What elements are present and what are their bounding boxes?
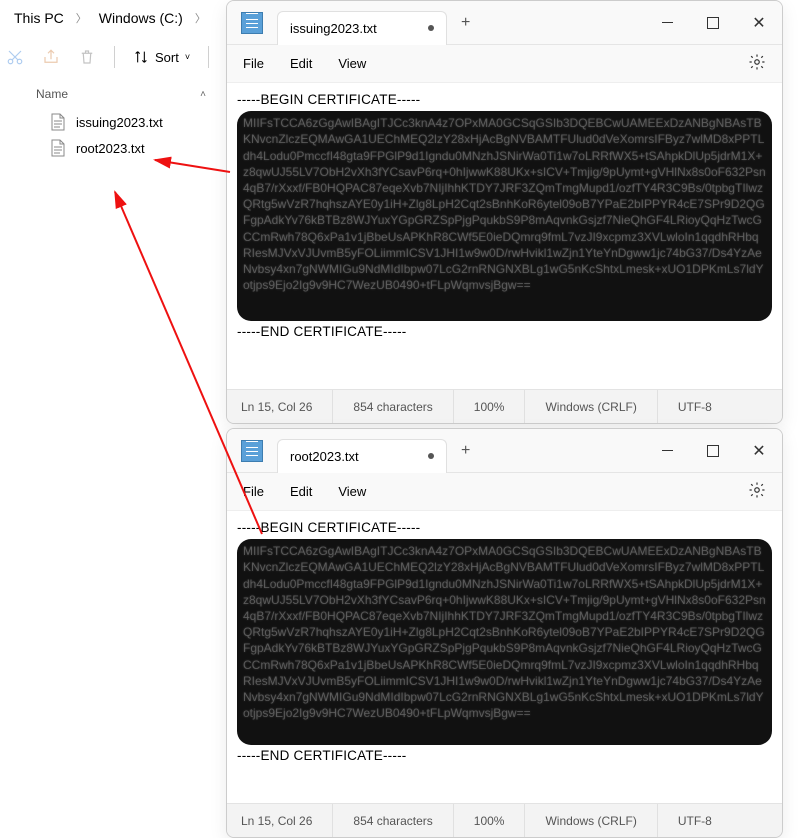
cert-begin-marker: -----BEGIN CERTIFICATE----- xyxy=(237,91,772,109)
notepad-icon xyxy=(241,12,263,34)
cert-end-marker: -----END CERTIFICATE----- xyxy=(237,747,772,765)
cert-end-marker: -----END CERTIFICATE----- xyxy=(237,323,772,341)
notepad-window-root: root2023.txt + ✕ File Edit View -----BEG… xyxy=(226,428,783,838)
close-button[interactable]: ✕ xyxy=(736,434,782,468)
window-controls: ✕ xyxy=(644,434,782,468)
tab-root[interactable]: root2023.txt xyxy=(277,439,447,473)
modified-indicator-icon xyxy=(428,453,434,459)
titlebar[interactable]: root2023.txt + ✕ xyxy=(227,429,782,473)
breadcrumb[interactable]: This PC 〉 Windows (C:) 〉 xyxy=(0,0,220,36)
menu-edit[interactable]: Edit xyxy=(290,484,312,499)
menubar: File Edit View xyxy=(227,45,782,83)
share-icon[interactable] xyxy=(42,48,60,66)
status-char-count: 854 characters xyxy=(333,804,453,837)
modified-indicator-icon xyxy=(428,25,434,31)
status-encoding: UTF-8 xyxy=(658,804,732,837)
sort-button[interactable]: Sort ˅ xyxy=(133,49,190,65)
menu-view[interactable]: View xyxy=(338,56,366,71)
chevron-right-icon: 〉 xyxy=(195,10,206,26)
maximize-button[interactable] xyxy=(690,6,736,40)
notepad-window-issuing: issuing2023.txt + ✕ File Edit View -----… xyxy=(226,0,783,424)
explorer-toolbar: Sort ˅ xyxy=(0,36,220,79)
column-header-name[interactable]: Name ˄ xyxy=(0,79,220,109)
tab-issuing[interactable]: issuing2023.txt xyxy=(277,11,447,45)
status-char-count: 854 characters xyxy=(333,390,453,423)
window-controls: ✕ xyxy=(644,6,782,40)
file-name: root2023.txt xyxy=(76,141,145,156)
gear-icon xyxy=(748,53,766,71)
sort-label: Sort xyxy=(155,50,179,65)
file-row-issuing[interactable]: issuing2023.txt xyxy=(0,109,220,135)
breadcrumb-item[interactable]: Windows (C:) xyxy=(99,10,183,26)
chevron-right-icon: 〉 xyxy=(76,10,87,26)
maximize-button[interactable] xyxy=(690,434,736,468)
cert-begin-marker: -----BEGIN CERTIFICATE----- xyxy=(237,519,772,537)
tab-title: issuing2023.txt xyxy=(290,21,377,36)
close-button[interactable]: ✕ xyxy=(736,6,782,40)
status-line-ending: Windows (CRLF) xyxy=(525,804,657,837)
column-header-label: Name xyxy=(36,87,68,101)
status-bar: Ln 15, Col 26 854 characters 100% Window… xyxy=(227,803,782,837)
new-tab-button[interactable]: + xyxy=(447,6,484,40)
cert-body-redacted: MIIFsTCCA6zGgAwIBAgITJCc3knA4z7OPxMA0GCS… xyxy=(237,111,772,321)
minimize-button[interactable] xyxy=(644,6,690,40)
status-zoom[interactable]: 100% xyxy=(454,804,526,837)
breadcrumb-item[interactable]: This PC xyxy=(14,10,64,26)
text-file-icon xyxy=(50,139,66,157)
menu-file[interactable]: File xyxy=(243,484,264,499)
caret-up-icon: ˄ xyxy=(200,89,206,100)
status-bar: Ln 15, Col 26 854 characters 100% Window… xyxy=(227,389,782,423)
titlebar[interactable]: issuing2023.txt + ✕ xyxy=(227,1,782,45)
cert-body-redacted: MIIFsTCCA6zGgAwIBAgITJCc3knA4z7OPxMA0GCS… xyxy=(237,539,772,745)
menu-view[interactable]: View xyxy=(338,484,366,499)
menu-edit[interactable]: Edit xyxy=(290,56,312,71)
status-position: Ln 15, Col 26 xyxy=(227,390,333,423)
gear-icon xyxy=(748,481,766,499)
text-file-icon xyxy=(50,113,66,131)
status-zoom[interactable]: 100% xyxy=(454,390,526,423)
cut-icon[interactable] xyxy=(6,48,24,66)
delete-icon[interactable] xyxy=(78,48,96,66)
status-line-ending: Windows (CRLF) xyxy=(525,390,657,423)
tab-title: root2023.txt xyxy=(290,449,359,464)
file-row-root[interactable]: root2023.txt xyxy=(0,135,220,161)
text-content[interactable]: -----BEGIN CERTIFICATE----- MIIFsTCCA6zG… xyxy=(227,511,782,803)
separator xyxy=(208,46,209,68)
file-name: issuing2023.txt xyxy=(76,115,163,130)
new-tab-button[interactable]: + xyxy=(447,434,484,468)
text-content[interactable]: -----BEGIN CERTIFICATE----- MIIFsTCCA6zG… xyxy=(227,83,782,389)
settings-button[interactable] xyxy=(748,53,766,74)
file-explorer-pane: This PC 〉 Windows (C:) 〉 Sort ˅ Name ˄ i… xyxy=(0,0,220,838)
status-position: Ln 15, Col 26 xyxy=(227,804,333,837)
menubar: File Edit View xyxy=(227,473,782,511)
settings-button[interactable] xyxy=(748,481,766,502)
separator xyxy=(114,46,115,68)
notepad-icon xyxy=(241,440,263,462)
menu-file[interactable]: File xyxy=(243,56,264,71)
minimize-button[interactable] xyxy=(644,434,690,468)
status-encoding: UTF-8 xyxy=(658,390,732,423)
